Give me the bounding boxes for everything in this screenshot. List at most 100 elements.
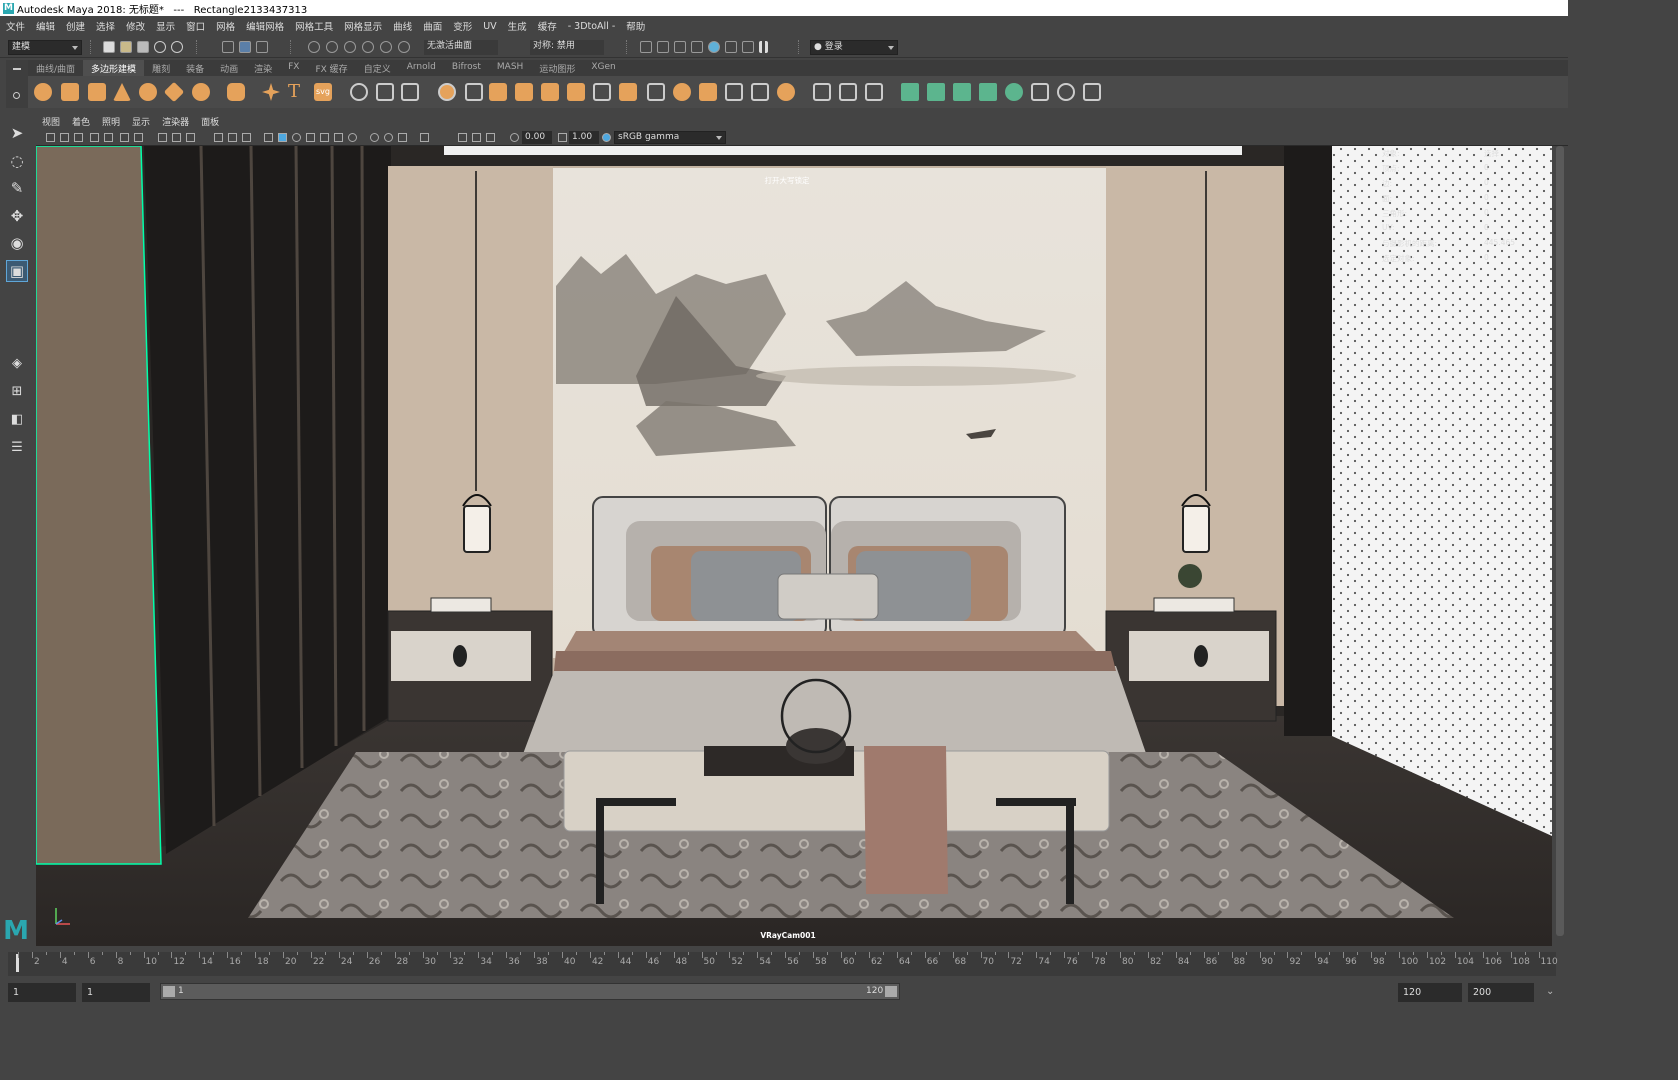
shelf-tab[interactable]: XGen (583, 60, 623, 76)
menu-item[interactable]: 编辑网格 (246, 19, 284, 33)
menu-item[interactable]: 网格显示 (344, 19, 382, 33)
poly-plane-icon[interactable] (163, 81, 185, 103)
film-gate-icon[interactable] (120, 133, 129, 142)
ipr-render-icon[interactable] (674, 41, 686, 53)
safe-title-icon[interactable] (214, 133, 223, 142)
shelf-tab[interactable]: Arnold (399, 60, 444, 76)
save-scene-icon[interactable] (137, 41, 149, 53)
snap-surface-icon[interactable] (380, 41, 392, 53)
perspective-viewport[interactable]: 打开大写锁定 VRayCam001 对象: 选择 顶点: 0 边: 0 面: 0… (36, 146, 1552, 946)
menu-item[interactable]: 创建 (66, 19, 85, 33)
offset-loop-icon[interactable] (699, 83, 717, 101)
shelf-tab[interactable]: 多边形建模 (83, 60, 145, 76)
snap-view-plane-icon[interactable] (362, 41, 374, 53)
menu-item[interactable]: 网格工具 (295, 19, 333, 33)
svg-icon[interactable]: svg (314, 83, 332, 101)
quad-draw-icon[interactable] (813, 83, 831, 101)
single-perspective-icon[interactable]: ◈ (6, 352, 28, 374)
menu-item[interactable]: 编辑 (36, 19, 55, 33)
dof-icon[interactable] (370, 133, 379, 142)
range-handle-right[interactable] (885, 986, 897, 997)
menu-item[interactable]: 帮助 (626, 19, 645, 33)
shelf-tab[interactable]: FX (280, 60, 307, 76)
motion-blur-icon[interactable] (334, 133, 343, 142)
open-scene-icon[interactable] (120, 41, 132, 53)
menu-item[interactable]: 选择 (96, 19, 115, 33)
outliner-icon[interactable]: ☰ (6, 436, 28, 458)
mirror-icon[interactable] (465, 83, 483, 101)
poly-cone-icon[interactable] (113, 83, 131, 101)
target-weld-icon[interactable] (751, 83, 769, 101)
shelf-tab[interactable]: MASH (489, 60, 531, 76)
shelf-tab[interactable]: 雕刻 (144, 60, 178, 76)
exposure-field[interactable]: 0.00 (522, 131, 552, 144)
undo-icon[interactable] (154, 41, 166, 53)
new-scene-icon[interactable] (103, 41, 115, 53)
shelf-tab[interactable]: 运动图形 (531, 60, 583, 76)
connect-icon[interactable] (777, 83, 795, 101)
camera-select-icon[interactable] (46, 133, 55, 142)
tools-icon[interactable] (1057, 83, 1075, 101)
shelf-tab[interactable]: Bifrost (444, 60, 489, 76)
shelf-tab[interactable]: 渲染 (246, 60, 280, 76)
smooth-shade-icon[interactable] (242, 133, 251, 142)
ao-icon[interactable] (320, 133, 329, 142)
super-shape-icon[interactable] (262, 83, 280, 101)
symmetry-dropdown[interactable]: 对称: 禁用 (530, 40, 604, 55)
reduce-icon[interactable] (647, 83, 665, 101)
pause-icon[interactable] (759, 41, 768, 53)
extrude-icon[interactable] (489, 83, 507, 101)
shelf-settings-icon[interactable] (13, 92, 20, 99)
vray-fur-icon[interactable] (1005, 83, 1023, 101)
viewport-menu-item[interactable]: 面板 (201, 115, 219, 128)
menu-set-dropdown[interactable]: 建模 (8, 40, 82, 55)
bridge-icon[interactable] (541, 83, 559, 101)
redo-icon[interactable] (171, 41, 183, 53)
snap-edge-icon[interactable] (398, 41, 410, 53)
grid-toggle-icon[interactable] (104, 133, 113, 142)
xray-joints-icon[interactable] (420, 133, 429, 142)
fill-hole-icon[interactable] (593, 83, 611, 101)
vray-light-icon[interactable] (979, 83, 997, 101)
text-icon[interactable]: T (288, 83, 306, 101)
gate-mask-icon[interactable] (158, 133, 167, 142)
anim-end-field[interactable]: 200 (1468, 983, 1534, 1002)
separate-icon[interactable] (376, 83, 394, 101)
boolean-icon[interactable] (438, 83, 456, 101)
poly-disc-icon[interactable] (192, 83, 210, 101)
select-tool-icon[interactable]: ➤ (6, 122, 28, 144)
vray-icon[interactable] (742, 41, 754, 53)
menu-item[interactable]: 窗口 (186, 19, 205, 33)
range-handle-left[interactable] (163, 986, 175, 997)
safe-action-icon[interactable] (186, 133, 195, 142)
scale-tool-icon[interactable]: ▣ (6, 260, 28, 282)
menu-item[interactable]: 曲面 (423, 19, 442, 33)
multi-cut-icon[interactable] (725, 83, 743, 101)
poly-sphere-icon[interactable] (34, 83, 52, 101)
range-options-icon[interactable]: ⌄ (1546, 986, 1554, 997)
select-object-icon[interactable] (239, 41, 251, 53)
poly-cylinder-icon[interactable] (88, 83, 106, 101)
hypershade-icon[interactable] (708, 41, 720, 53)
textured-icon[interactable] (278, 133, 287, 142)
snap-point-icon[interactable] (344, 41, 356, 53)
antialias-icon[interactable] (348, 133, 357, 142)
vray-mesh-icon[interactable] (953, 83, 971, 101)
menu-item[interactable]: 变形 (453, 19, 472, 33)
viewport-menu-item[interactable]: 显示 (132, 115, 150, 128)
hud-icon[interactable] (486, 133, 495, 142)
menu-item[interactable]: UV (483, 21, 496, 32)
camera-attr-icon[interactable] (60, 133, 69, 142)
gamma-icon[interactable] (558, 133, 567, 142)
start-frame-field[interactable]: 1 (8, 983, 76, 1002)
exposure-icon[interactable] (510, 133, 519, 142)
isolate-icon[interactable] (384, 133, 393, 142)
scrollbar-thumb[interactable] (1556, 146, 1564, 936)
menu-item[interactable]: 显示 (156, 19, 175, 33)
persp-outliner-icon[interactable]: ◧ (6, 408, 28, 430)
login-dropdown[interactable]: ● 登录 (810, 40, 898, 55)
vray-proxy-icon[interactable] (927, 83, 945, 101)
resolution-gate-icon[interactable] (134, 133, 143, 142)
snap-grid-icon[interactable] (308, 41, 320, 53)
bevel-icon[interactable] (515, 83, 533, 101)
